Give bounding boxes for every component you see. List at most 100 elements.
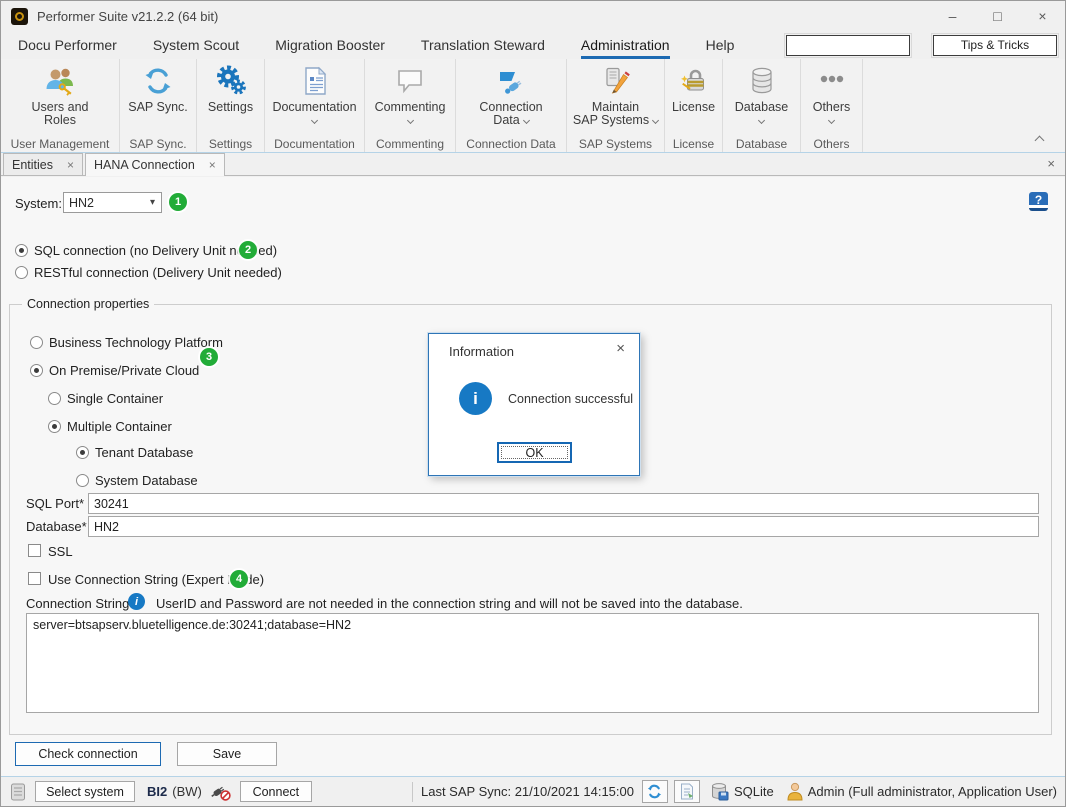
database-value: HN2 bbox=[94, 520, 119, 534]
sync-log-button[interactable] bbox=[674, 780, 700, 803]
documentation-button[interactable]: Documentation bbox=[265, 59, 364, 135]
radio-system-database[interactable] bbox=[76, 474, 89, 487]
ribbon-group-others: Others Others bbox=[801, 59, 863, 152]
radio-on-premise[interactable] bbox=[30, 364, 43, 377]
menu-system-scout[interactable]: System Scout bbox=[153, 31, 239, 59]
maximize-button[interactable]: □ bbox=[975, 2, 1020, 31]
connected-system-code: BI2 bbox=[147, 784, 167, 799]
settings-button[interactable]: Settings bbox=[197, 59, 264, 135]
radio-restful-connection[interactable] bbox=[15, 266, 28, 279]
sqlite-db-icon bbox=[710, 782, 730, 802]
ssl-checkbox[interactable] bbox=[28, 544, 41, 557]
connection-string-value: server=btsapserv.bluetelligence.de:30241… bbox=[33, 618, 351, 632]
radio-business-technology-platform[interactable] bbox=[30, 336, 43, 349]
settings-gears-icon bbox=[215, 64, 247, 98]
ribbon-group-caption: SAP Systems bbox=[579, 135, 652, 152]
database-label: Database* bbox=[26, 519, 87, 534]
ribbon-button-label: Documentation bbox=[272, 100, 356, 114]
menu-translation-steward[interactable]: Translation Steward bbox=[421, 31, 545, 59]
document-tabstrip: Entities × HANA Connection × × bbox=[1, 153, 1065, 176]
chevron-down-icon bbox=[311, 117, 318, 124]
titlebar: Performer Suite v21.2.2 (64 bit) – □ × bbox=[1, 1, 1065, 31]
ribbon-group-caption: Settings bbox=[209, 135, 252, 152]
menu-migration-booster[interactable]: Migration Booster bbox=[275, 31, 385, 59]
ribbon-button-label: Others bbox=[813, 100, 851, 114]
info-icon: i bbox=[128, 593, 145, 610]
others-button[interactable]: Others bbox=[801, 59, 862, 135]
step-badge-2: 2 bbox=[239, 241, 257, 259]
radio-on-premise-label: On Premise/Private Cloud bbox=[49, 363, 199, 378]
ribbon-group-caption: User Management bbox=[11, 135, 110, 152]
information-dialog: Information × i Connection successful OK bbox=[428, 333, 640, 476]
close-button[interactable]: × bbox=[1020, 2, 1065, 31]
app-logo-icon bbox=[11, 8, 28, 25]
radio-sql-connection[interactable] bbox=[15, 244, 28, 257]
ribbon-group-documentation: Documentation Documentation bbox=[265, 59, 365, 152]
commenting-button[interactable]: Commenting bbox=[365, 59, 455, 135]
sql-port-input[interactable]: 30241 bbox=[88, 493, 1039, 514]
check-connection-button[interactable]: Check connection bbox=[15, 742, 161, 766]
system-dropdown-value: HN2 bbox=[69, 196, 94, 210]
user-icon bbox=[786, 782, 804, 801]
ribbon-group-user-management: Users and Roles User Management bbox=[1, 59, 120, 152]
statusbar: Select system BI2 (BW) Connect Last SAP … bbox=[1, 776, 1065, 806]
ribbon-group-database: Database Database bbox=[723, 59, 801, 152]
db-engine-label: SQLite bbox=[734, 784, 774, 799]
connect-button[interactable]: Connect bbox=[240, 781, 312, 802]
tips-and-tricks-button[interactable]: Tips & Tricks bbox=[933, 35, 1057, 56]
sql-port-label: SQL Port* bbox=[26, 496, 84, 511]
ribbon-collapse-icon[interactable] bbox=[1035, 136, 1045, 146]
minimize-button[interactable]: – bbox=[930, 2, 975, 31]
radio-single-container[interactable] bbox=[48, 392, 61, 405]
sap-sync-icon bbox=[142, 64, 174, 98]
dialog-close-icon[interactable]: × bbox=[616, 340, 625, 357]
ribbon-group-caption: SAP Sync. bbox=[129, 135, 186, 152]
save-button[interactable]: Save bbox=[177, 742, 277, 766]
database-icon bbox=[746, 64, 778, 98]
maintain-sap-systems-button[interactable]: Maintain SAP Systems bbox=[567, 59, 664, 135]
connection-string-note: UserID and Password are not needed in th… bbox=[156, 596, 743, 611]
chevron-down-icon bbox=[523, 117, 530, 124]
license-button[interactable]: License bbox=[665, 59, 722, 135]
connection-plug-icon bbox=[495, 64, 527, 98]
chevron-down-icon bbox=[406, 117, 413, 124]
document-icon bbox=[299, 64, 331, 98]
ribbon: Users and Roles User Management SAP Sync… bbox=[1, 59, 1065, 153]
statusbar-divider bbox=[412, 782, 413, 802]
tab-entities[interactable]: Entities × bbox=[3, 153, 83, 175]
comment-bubble-icon bbox=[394, 64, 426, 98]
ribbon-button-label: Settings bbox=[208, 100, 253, 114]
database-button[interactable]: Database bbox=[723, 59, 800, 135]
tab-hana-connection[interactable]: HANA Connection × bbox=[85, 153, 225, 176]
tabstrip-close-icon[interactable]: × bbox=[1047, 156, 1055, 171]
last-sap-sync-text: Last SAP Sync: 21/10/2021 14:15:00 bbox=[421, 784, 634, 799]
system-dropdown[interactable]: HN2 ▾ bbox=[63, 192, 162, 213]
refresh-sync-button[interactable] bbox=[642, 780, 668, 803]
connection-string-input[interactable]: server=btsapserv.bluetelligence.de:30241… bbox=[26, 613, 1039, 713]
use-connection-string-checkbox[interactable] bbox=[28, 572, 41, 585]
radio-multiple-container[interactable] bbox=[48, 420, 61, 433]
ribbon-button-label: Maintain SAP Systems bbox=[573, 100, 649, 127]
database-input[interactable]: HN2 bbox=[88, 516, 1039, 537]
radio-restful-connection-label: RESTful connection (Delivery Unit needed… bbox=[34, 265, 282, 280]
ribbon-group-sap-sync: SAP Sync. SAP Sync. bbox=[120, 59, 197, 152]
sql-port-value: 30241 bbox=[94, 497, 129, 511]
tab-close-icon[interactable]: × bbox=[209, 158, 216, 172]
ribbon-group-caption: Documentation bbox=[274, 135, 355, 152]
radio-tenant-database[interactable] bbox=[76, 446, 89, 459]
step-badge-1: 1 bbox=[169, 193, 187, 211]
ok-button[interactable]: OK bbox=[497, 442, 572, 463]
select-system-button[interactable]: Select system bbox=[35, 781, 135, 802]
ribbon-button-label: SAP Sync. bbox=[128, 100, 188, 114]
connection-data-button[interactable]: Connection Data bbox=[456, 59, 566, 135]
tab-close-icon[interactable]: × bbox=[67, 158, 74, 172]
ribbon-group-settings: Settings Settings bbox=[197, 59, 265, 152]
users-and-roles-button[interactable]: Users and Roles bbox=[1, 59, 119, 135]
menu-docu-performer[interactable]: Docu Performer bbox=[18, 31, 117, 59]
sap-sync-button[interactable]: SAP Sync. bbox=[120, 59, 196, 135]
help-icon[interactable]: ? bbox=[1029, 192, 1048, 211]
menu-administration[interactable]: Administration bbox=[581, 31, 670, 59]
menubar: Docu Performer System Scout Migration Bo… bbox=[1, 31, 1065, 59]
menu-help[interactable]: Help bbox=[706, 31, 735, 59]
radio-system-database-label: System Database bbox=[95, 473, 198, 488]
